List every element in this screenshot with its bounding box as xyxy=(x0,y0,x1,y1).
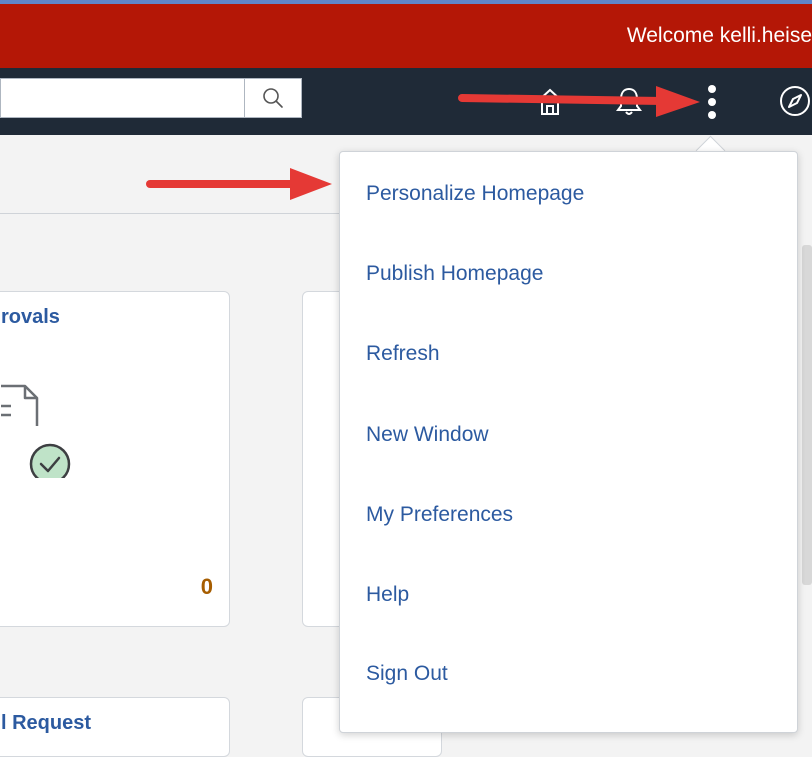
menu-item-new-window[interactable]: New Window xyxy=(366,415,489,455)
more-vertical-icon[interactable] xyxy=(702,82,722,122)
search-icon xyxy=(263,88,283,108)
actions-menu: Personalize Homepage Publish Homepage Re… xyxy=(339,151,798,733)
brand-header: Welcome kelli.heise xyxy=(0,4,812,68)
welcome-message: Welcome kelli.heise xyxy=(626,24,812,47)
menu-item-help[interactable]: Help xyxy=(366,575,409,615)
menu-item-personalize-homepage[interactable]: Personalize Homepage xyxy=(366,174,584,214)
annotation-arrow-icon xyxy=(458,86,700,117)
document-check-icon xyxy=(1,384,72,478)
annotation-arrow-icon xyxy=(146,168,332,200)
tile-title: l Request xyxy=(1,712,92,734)
approvals-count: 0 xyxy=(200,574,213,599)
menu-item-my-preferences[interactable]: My Preferences xyxy=(366,495,513,535)
tile-title: rovals xyxy=(1,306,60,328)
approvals-tile[interactable]: rovals 0 xyxy=(0,291,230,627)
search-input[interactable] xyxy=(0,78,244,118)
menu-item-refresh[interactable]: Refresh xyxy=(366,334,440,374)
menu-item-sign-out[interactable]: Sign Out xyxy=(366,654,448,694)
request-tile[interactable]: l Request xyxy=(0,697,230,757)
homepage-banner-divider xyxy=(0,213,340,214)
compass-icon[interactable] xyxy=(778,84,812,118)
search-button[interactable] xyxy=(244,78,302,118)
scrollbar[interactable] xyxy=(802,245,812,585)
menu-item-publish-homepage[interactable]: Publish Homepage xyxy=(366,254,543,294)
